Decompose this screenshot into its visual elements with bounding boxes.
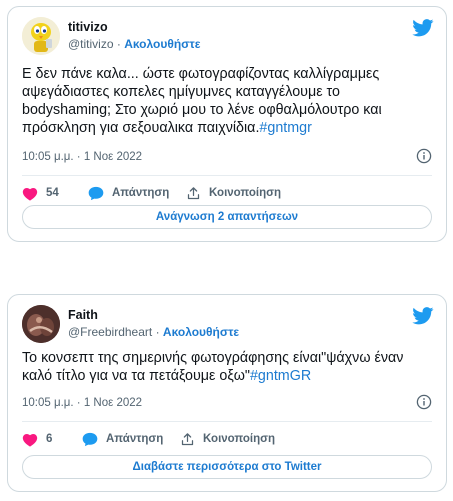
reply-bubble-icon [88, 186, 104, 200]
follow-link[interactable]: Ακολουθήστε [163, 325, 239, 339]
twitter-bird-icon[interactable] [412, 307, 434, 325]
author-name[interactable]: titivizo [68, 20, 108, 34]
share-icon [181, 432, 194, 445]
share-button[interactable]: Κοινοποίηση [186, 182, 281, 204]
avatar[interactable] [22, 17, 60, 55]
tweet-card[interactable]: titivizo @titivizo · Ακολουθήστε Ε δεν π… [7, 6, 447, 242]
like-button[interactable]: 6 [22, 428, 52, 450]
reply-label: Απάντηση [106, 433, 164, 445]
divider [22, 421, 432, 422]
follow-link[interactable]: Ακολουθήστε [124, 37, 200, 51]
meta-separator: · [155, 325, 160, 339]
info-icon[interactable] [416, 394, 432, 410]
tweet-text: Το κονσεπτ της σημερινής φωτογράφησης εί… [22, 349, 432, 385]
heart-icon [22, 187, 38, 201]
author-meta: @Freebirdheart · Ακολουθήστε [68, 325, 239, 339]
tweet-header: Faith @Freebirdheart · Ακολουθήστε [22, 305, 434, 345]
like-button[interactable]: 54 [22, 182, 59, 204]
share-label: Κοινοποίηση [209, 187, 281, 199]
tweet-timestamp[interactable]: 10:05 μ.μ. · 1 Νοε 2022 [22, 397, 142, 409]
author-handle[interactable]: @Freebirdheart [68, 325, 152, 339]
info-icon[interactable] [416, 148, 432, 164]
heart-icon [22, 433, 38, 447]
reply-label: Απάντηση [112, 187, 170, 199]
tweet-timestamp[interactable]: 10:05 μ.μ. · 1 Νοε 2022 [22, 151, 142, 163]
reply-button[interactable]: Απάντηση [88, 182, 169, 204]
like-count: 54 [46, 187, 59, 199]
tweet-text: Ε δεν πάνε καλα... ώστε φωτογραφίζοντας … [22, 65, 432, 137]
author-handle[interactable]: @titivizo [68, 37, 114, 51]
author-name[interactable]: Faith [68, 308, 98, 322]
share-icon [187, 186, 200, 199]
reply-button[interactable]: Απάντηση [82, 428, 163, 450]
read-replies-button[interactable]: Ανάγνωση 2 απαντήσεων [22, 205, 432, 229]
tweet-header: titivizo @titivizo · Ακολουθήστε [22, 17, 434, 57]
tweet-body: Το κονσεπτ της σημερινής φωτογράφησης εί… [22, 350, 404, 384]
author-meta: @titivizo · Ακολουθήστε [68, 37, 200, 51]
twitter-bird-icon[interactable] [412, 19, 434, 37]
share-button[interactable]: Κοινοποίηση [180, 428, 275, 450]
meta-separator: · [116, 37, 121, 51]
action-bar: 54 Απάντηση Κοινοποίηση [22, 182, 432, 204]
share-label: Κοινοποίηση [203, 433, 275, 445]
hashtag-link[interactable]: #gntmGR [250, 368, 311, 384]
action-bar: 6 Απάντηση Κοινοποίηση [22, 428, 432, 450]
like-count: 6 [46, 433, 53, 445]
divider [22, 175, 432, 176]
hashtag-link[interactable]: #gntmgr [259, 120, 311, 136]
read-more-button[interactable]: Διαβάστε περισσότερα στο Twitter [22, 455, 432, 479]
avatar[interactable] [22, 305, 60, 343]
reply-bubble-icon [82, 432, 98, 446]
tweet-body: Ε δεν πάνε καλα... ώστε φωτογραφίζοντας … [22, 66, 382, 136]
tweet-card[interactable]: Faith @Freebirdheart · Ακολουθήστε Το κο… [7, 294, 447, 492]
